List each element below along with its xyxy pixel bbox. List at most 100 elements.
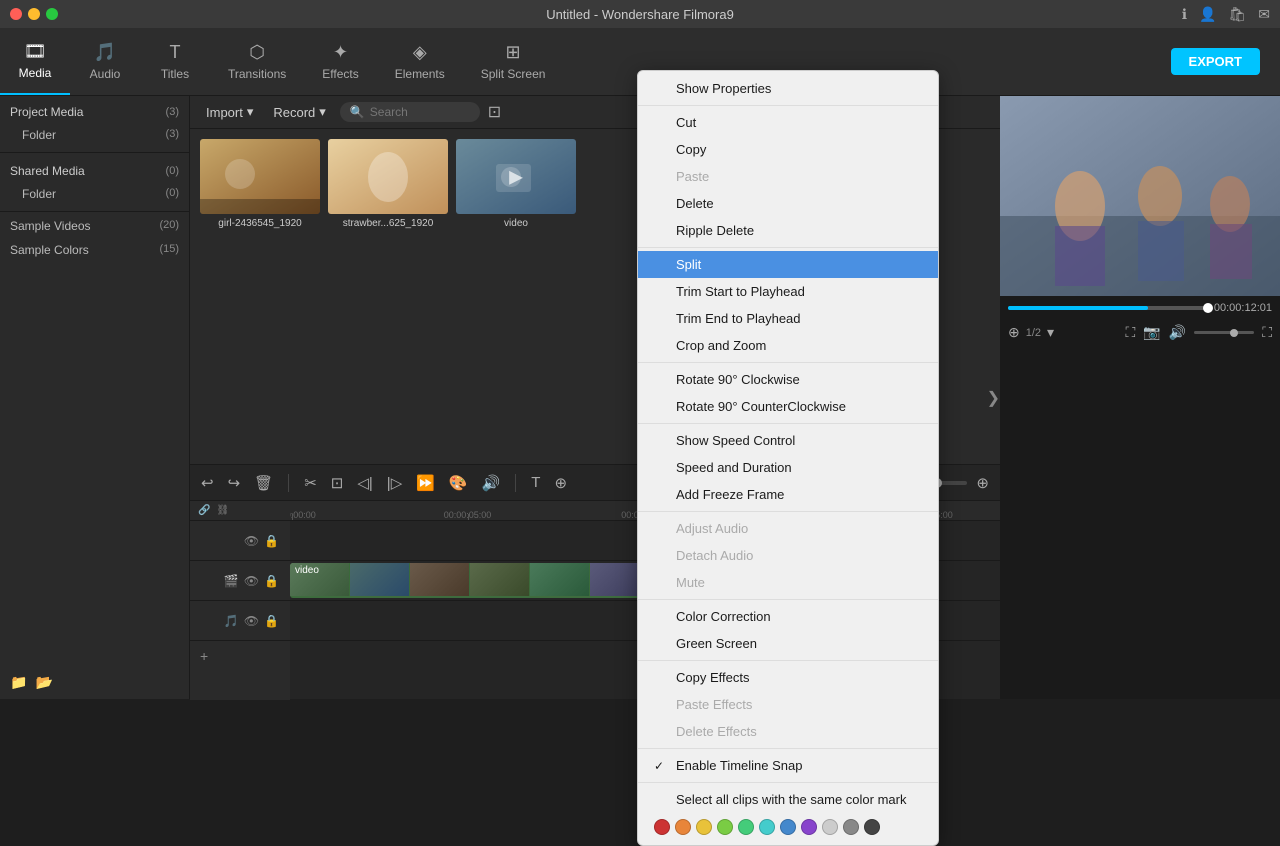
sample-colors-item[interactable]: Sample Colors (15) <box>0 238 189 262</box>
tab-effects[interactable]: ✦ Effects <box>304 28 376 95</box>
swatch-orange[interactable] <box>675 819 691 835</box>
ctx-cut[interactable]: Cut <box>638 109 938 136</box>
shared-folder-item[interactable]: Folder (0) <box>0 183 189 205</box>
expand-icon[interactable]: ⛶ <box>1262 324 1272 341</box>
chain-icon[interactable]: ⛓ <box>216 505 229 516</box>
ctx-rotate-ccw[interactable]: Rotate 90° CounterClockwise <box>638 393 938 420</box>
split-button[interactable]: ✂ <box>301 472 320 494</box>
minimize-button[interactable] <box>28 8 40 20</box>
project-media-header[interactable]: Project Media (3) <box>0 100 189 124</box>
window-controls[interactable] <box>10 8 58 20</box>
shared-media-header[interactable]: Shared Media (0) <box>0 159 189 183</box>
volume-slider[interactable] <box>1194 331 1254 334</box>
track-audio-lock-icon[interactable]: 🔒 <box>264 614 279 628</box>
ctx-color-correction[interactable]: Color Correction <box>638 603 938 630</box>
ctx-copy-effects[interactable]: Copy Effects <box>638 664 938 691</box>
close-button[interactable] <box>10 8 22 20</box>
trim-end-button[interactable]: |▷ <box>384 472 405 494</box>
redo-button[interactable]: ↪ <box>225 472 244 494</box>
swatch-light-gray[interactable] <box>822 819 838 835</box>
filter-icon[interactable]: ⊡ <box>488 102 501 122</box>
zoom-button[interactable]: ⊕ <box>551 472 570 494</box>
ctx-enable-snap[interactable]: ✓ Enable Timeline Snap <box>638 752 938 779</box>
shared-folder-count: (0) <box>166 187 179 201</box>
ctx-trim-start[interactable]: Trim Start to Playhead <box>638 278 938 305</box>
color-button[interactable]: 🎨 <box>446 472 471 494</box>
swatch-dark-gray[interactable] <box>864 819 880 835</box>
preview-zoom-in-icon[interactable]: ⊕ <box>1008 324 1020 341</box>
project-media-section: Project Media (3) Folder (3) <box>0 96 189 150</box>
trim-start-button[interactable]: ◁| <box>354 472 375 494</box>
swatch-red[interactable] <box>654 819 670 835</box>
search-input[interactable] <box>370 105 470 119</box>
audio-button[interactable]: 🔊 <box>479 472 504 494</box>
maximize-button[interactable] <box>46 8 58 20</box>
ctx-label-speed-duration: Speed and Duration <box>676 460 792 475</box>
add-track-row[interactable]: + <box>190 641 290 671</box>
ctx-copy[interactable]: Copy <box>638 136 938 163</box>
panel-divider-2 <box>0 211 189 212</box>
ctx-green-screen[interactable]: Green Screen <box>638 630 938 657</box>
undo-button[interactable]: ↩ <box>198 472 217 494</box>
media-item-0[interactable]: girl-2436545_1920 <box>200 139 320 229</box>
tab-elements[interactable]: ◈ Elements <box>377 28 463 95</box>
ctx-adjust-audio: Adjust Audio <box>638 515 938 542</box>
snapshot-icon[interactable]: 📷 <box>1143 324 1160 341</box>
ctx-trim-end[interactable]: Trim End to Playhead <box>638 305 938 332</box>
swatch-purple[interactable] <box>801 819 817 835</box>
speed-button[interactable]: ⏩ <box>413 472 438 494</box>
new-folder-icon[interactable]: 📂 <box>35 674 52 691</box>
link-icon[interactable]: 🔗 <box>198 505 210 516</box>
ctx-delete[interactable]: Delete <box>638 190 938 217</box>
record-button[interactable]: Record ▾ <box>267 102 331 122</box>
media-item-2[interactable]: ▶ video <box>456 139 576 229</box>
zoom-in-icon[interactable]: ⊕ <box>973 472 992 494</box>
tab-splitscreen[interactable]: ⊞ Split Screen <box>463 28 564 95</box>
ctx-select-same-color[interactable]: Select all clips with the same color mar… <box>638 786 938 813</box>
media-item-1[interactable]: strawber...625_1920 <box>328 139 448 229</box>
ctx-speed-duration[interactable]: Speed and Duration <box>638 454 938 481</box>
track-video-lock-icon[interactable]: 🔒 <box>264 574 279 588</box>
ctx-show-properties[interactable]: Show Properties <box>638 75 938 102</box>
swatch-gray[interactable] <box>843 819 859 835</box>
project-folder-count: (3) <box>166 128 179 142</box>
track-audio-eye-icon[interactable]: 👁 <box>244 614 259 628</box>
text-button[interactable]: T <box>528 472 543 493</box>
export-button[interactable]: EXPORT <box>1171 48 1260 75</box>
track-eye-icon[interactable]: 👁 <box>244 534 259 548</box>
search-box[interactable]: 🔍 <box>340 102 480 122</box>
full-screen-icon[interactable]: ⛶ <box>1126 324 1136 341</box>
ctx-ripple-delete[interactable]: Ripple Delete <box>638 217 938 244</box>
preview-video <box>1000 96 1280 296</box>
project-folder-item[interactable]: Folder (3) <box>0 124 189 146</box>
effects-icon: ✦ <box>333 42 348 63</box>
preview-zoom-down-icon[interactable]: ▾ <box>1047 324 1054 341</box>
tab-audio[interactable]: 🎵 Audio <box>70 28 140 95</box>
track-video-eye-icon[interactable]: 👁 <box>244 574 259 588</box>
ctx-crop-zoom[interactable]: Crop and Zoom <box>638 332 938 359</box>
tab-media[interactable]: 🎞 Media <box>0 28 70 95</box>
ruler-time-0: 00:00:00:00 <box>290 510 316 520</box>
swatch-green[interactable] <box>738 819 754 835</box>
crop-button[interactable]: ⊡ <box>328 472 347 494</box>
preview-progress-bar[interactable] <box>1008 306 1208 310</box>
add-track-icon[interactable]: + <box>200 648 208 664</box>
swatch-yellow[interactable] <box>696 819 712 835</box>
ctx-split[interactable]: Split <box>638 251 938 278</box>
titles-icon: T <box>170 42 181 63</box>
ctx-show-speed[interactable]: Show Speed Control <box>638 427 938 454</box>
swatch-teal[interactable] <box>759 819 775 835</box>
track-lock-icon[interactable]: 🔒 <box>264 534 279 548</box>
volume-icon[interactable]: 🔊 <box>1169 324 1186 341</box>
tab-transitions[interactable]: ⬡ Transitions <box>210 28 304 95</box>
sample-videos-item[interactable]: Sample Videos (20) <box>0 214 189 238</box>
scroll-arrow[interactable]: ❯ <box>987 388 1000 408</box>
swatch-blue[interactable] <box>780 819 796 835</box>
delete-button[interactable]: 🗑 <box>251 472 276 494</box>
tab-titles[interactable]: T Titles <box>140 28 210 95</box>
ctx-freeze-frame[interactable]: Add Freeze Frame <box>638 481 938 508</box>
swatch-light-green[interactable] <box>717 819 733 835</box>
import-button[interactable]: Import ▾ <box>200 102 259 122</box>
ctx-rotate-cw[interactable]: Rotate 90° Clockwise <box>638 366 938 393</box>
add-folder-icon[interactable]: 📁 <box>10 674 27 691</box>
